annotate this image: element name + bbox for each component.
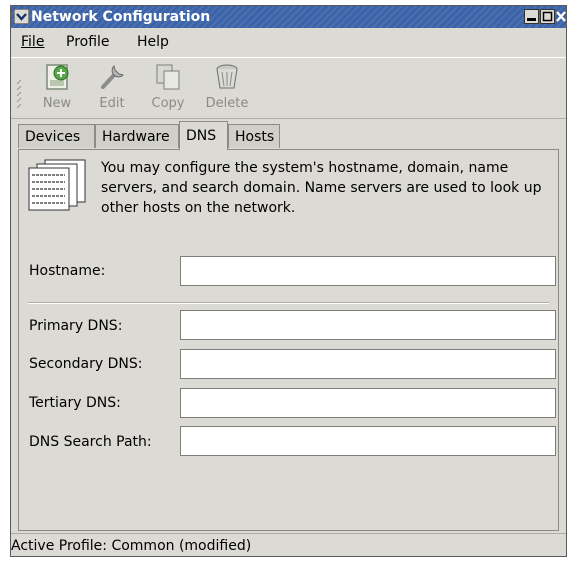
- delete-button-label: Delete: [205, 96, 249, 111]
- primary-dns-label: Primary DNS:: [29, 318, 123, 334]
- secondary-dns-label: Secondary DNS:: [29, 356, 143, 372]
- edit-button[interactable]: Edit: [87, 62, 137, 111]
- delete-button[interactable]: Delete: [202, 62, 252, 111]
- tertiary-dns-label: Tertiary DNS:: [29, 395, 121, 411]
- hostname-label: Hostname:: [29, 263, 106, 279]
- dns-info-icon: [28, 159, 86, 211]
- copy-icon: [156, 64, 180, 90]
- network-configuration-window: Network Configuration File Profile Help: [10, 5, 567, 557]
- window-title: Network Configuration: [31, 9, 211, 25]
- new-device-icon: [46, 64, 69, 90]
- status-bar: Active Profile: Common (modified): [11, 533, 566, 557]
- tab-devices[interactable]: Devices: [18, 124, 95, 148]
- close-icon[interactable]: [556, 9, 566, 24]
- primary-dns-input[interactable]: [180, 310, 556, 340]
- toolbar-grip-handle[interactable]: [16, 78, 22, 110]
- tab-dns[interactable]: DNS: [179, 121, 228, 150]
- tertiary-dns-input[interactable]: [180, 388, 556, 418]
- separator: [28, 302, 549, 304]
- menu-profile[interactable]: Profile: [66, 34, 110, 50]
- menu-help[interactable]: Help: [137, 34, 169, 50]
- edit-button-label: Edit: [99, 96, 125, 111]
- title-bar[interactable]: Network Configuration: [11, 6, 566, 28]
- new-button[interactable]: New: [32, 62, 82, 111]
- secondary-dns-input[interactable]: [180, 349, 556, 379]
- trash-icon: [216, 64, 238, 89]
- copy-button-label: Copy: [151, 96, 185, 111]
- window-menu-chevron-icon[interactable]: [14, 9, 29, 24]
- menu-bar: File Profile Help: [11, 29, 566, 55]
- dns-search-path-label: DNS Search Path:: [29, 434, 152, 450]
- copy-button[interactable]: Copy: [143, 62, 193, 111]
- new-button-label: New: [42, 96, 72, 111]
- dns-panel: You may configure the system's hostname,…: [18, 149, 559, 531]
- tab-hosts[interactable]: Hosts: [228, 124, 280, 148]
- wrench-icon: [101, 65, 124, 89]
- menu-file[interactable]: File: [21, 34, 44, 50]
- maximize-icon[interactable]: [540, 9, 555, 24]
- hostname-input[interactable]: [180, 256, 556, 286]
- dns-search-path-input[interactable]: [180, 426, 556, 456]
- tab-hardware[interactable]: Hardware: [95, 124, 179, 148]
- dns-description: You may configure the system's hostname,…: [101, 160, 542, 216]
- toolbar: New Edit Copy Delete: [11, 57, 566, 119]
- minimize-icon[interactable]: [524, 9, 539, 24]
- status-text: Active Profile: Common (modified): [11, 538, 252, 554]
